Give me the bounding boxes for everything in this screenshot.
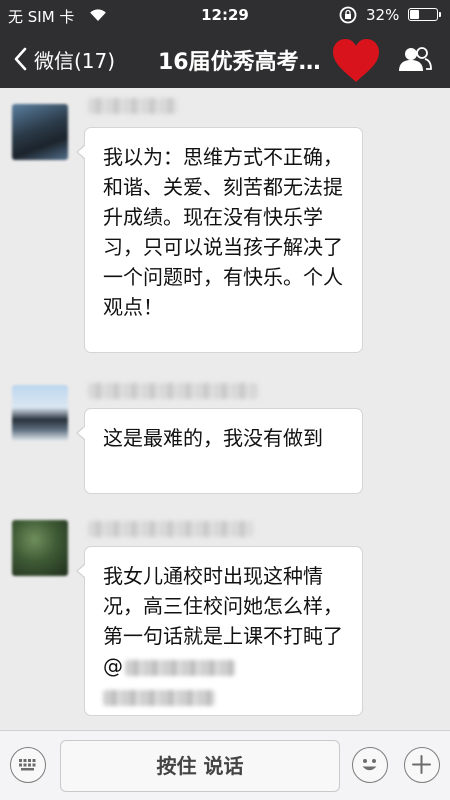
keyboard-icon: [19, 759, 36, 771]
back-button[interactable]: 微信(17): [10, 44, 115, 74]
battery-icon: [408, 8, 441, 21]
mention-name-blurred: [103, 689, 215, 706]
sender-name-blurred: [88, 521, 253, 537]
avatar[interactable]: [12, 385, 68, 441]
heart-sticker: [333, 39, 379, 82]
hold-to-talk-button[interactable]: 按住 说话: [60, 740, 340, 792]
battery-percent: 32%: [366, 6, 400, 24]
group-members-icon[interactable]: [398, 46, 432, 72]
message-bubble[interactable]: 这是最难的，我没有做到: [76, 408, 363, 494]
back-label: 微信(17): [34, 48, 116, 73]
message-bubble[interactable]: 我女儿通校时出现这种情况，高三住校问她怎么样，第一句话就是上课不打盹了@: [76, 546, 363, 716]
message-text: 这是最难的，我没有做到: [103, 426, 323, 450]
emoji-icon: [362, 759, 377, 771]
status-bar: 无 SIM 卡 12:29 32%: [0, 0, 450, 30]
chevron-left-icon: [14, 47, 27, 71]
sender-name-blurred: [88, 98, 178, 114]
chat-title: 16届优秀高考…: [158, 50, 321, 75]
battery-level-fill: [410, 10, 419, 19]
input-bar: 按住 说话: [0, 730, 450, 800]
orientation-lock-icon: [339, 6, 357, 24]
message-bubble[interactable]: 我以为：思维方式不正确，和谐、关爱、刻苦都无法提升成绩。现在没有快乐学习，只可以…: [76, 127, 363, 353]
chat-header: 微信(17) 16届优秀高考…: [0, 30, 450, 88]
plus-icon: [412, 755, 431, 774]
message-text: 我以为：思维方式不正确，和谐、关爱、刻苦都无法提升成绩。现在没有快乐学习，只可以…: [103, 145, 343, 319]
keyboard-toggle-button[interactable]: [10, 747, 46, 783]
avatar[interactable]: [12, 520, 68, 576]
avatar[interactable]: [12, 104, 68, 160]
mention-name-blurred: [125, 659, 235, 676]
sender-name-blurred: [88, 383, 258, 399]
emoji-button[interactable]: [352, 747, 388, 783]
more-button[interactable]: [404, 747, 440, 783]
